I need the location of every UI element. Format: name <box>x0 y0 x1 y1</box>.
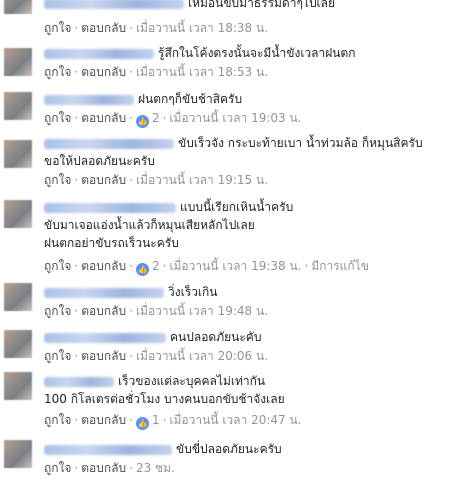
separator: · <box>74 65 79 79</box>
commenter-name[interactable] <box>44 287 164 298</box>
separator: · <box>129 349 133 363</box>
reply-button[interactable]: ตอบกลับ <box>81 21 126 35</box>
comment-text: ฝนตกๆก็ขับช้าสิครับ <box>138 92 243 106</box>
comment-text: ขอให้ปลอดภัยนะครับ <box>44 154 155 168</box>
avatar[interactable] <box>4 0 32 14</box>
separator: · <box>304 259 309 273</box>
reply-button[interactable]: ตอบกลับ <box>81 461 126 475</box>
separator: · <box>74 173 79 187</box>
commenter-name[interactable] <box>44 376 114 387</box>
separator: · <box>74 111 79 125</box>
separator: · <box>74 304 79 318</box>
comment-actions: ถูกใจ · ตอบกลับ · เมื่อวานนี้ เวลา 18:38 น. <box>44 20 268 36</box>
timestamp[interactable]: เมื่อวานนี้ เวลา 19:38 น. <box>169 259 301 273</box>
comment-text: ขับขี่ปลอดภัยนะครับ <box>176 442 282 456</box>
comment-text: ขับมาเจอแอ่งน้ำแล้วก็หมุนเสียหลักไปเลย <box>44 218 255 232</box>
commenter-name[interactable] <box>44 94 134 105</box>
avatar[interactable] <box>4 440 32 468</box>
like-count[interactable]: 2 <box>152 259 160 273</box>
comment-text: เหมือนขับมาธรรมดาๆไปเลย <box>188 0 336 10</box>
like-count[interactable]: 2 <box>152 111 160 125</box>
comment-actions: ถูกใจ · ตอบกลับ · เมื่อวานนี้ เวลา 19:15 น. <box>44 172 268 188</box>
separator: · <box>74 259 79 273</box>
separator: · <box>74 349 79 363</box>
comment-text: คนปลอดภัยนะคับ <box>170 330 262 344</box>
comment-text: ฝนตกอย่าขับรถเร็วนะครับ <box>44 236 179 250</box>
separator: · <box>74 461 79 475</box>
edited-label[interactable]: มีการแก้ไข <box>311 259 369 273</box>
separator: · <box>129 65 133 79</box>
separator: · <box>129 413 133 427</box>
comment-actions: ถูกใจ · ตอบกลับ · เมื่อวานนี้ เวลา 18:53 น. <box>44 64 268 80</box>
comment-text: ขับเร็วจัง กระบะท้ายเบา น้ำท่วมล้อ ก็หมุ… <box>178 136 423 150</box>
timestamp[interactable]: เมื่อวานนี้ เวลา 18:38 น. <box>136 21 268 35</box>
comment-actions: ถูกใจ · ตอบกลับ · 👍 2 · เมื่อวานนี้ เวลา 19:03 … <box>44 110 301 128</box>
comment-text: เร็วของแต่ละบุคคลไม่เท่ากัน <box>118 374 266 388</box>
like-button[interactable]: ถูกใจ <box>44 413 71 427</box>
like-button[interactable]: ถูกใจ <box>44 111 71 125</box>
comment-text: แบบนี้เรียกเหินน้ำครับ <box>180 200 294 214</box>
separator: · <box>129 111 133 125</box>
thumbs-up-icon[interactable]: 👍 <box>135 417 149 430</box>
comment-actions: ถูกใจ · ตอบกลับ · 👍 1 · เมื่อวานนี้ เวลา 20:47 … <box>44 412 301 430</box>
like-count[interactable]: 1 <box>152 413 160 427</box>
commenter-name[interactable] <box>44 138 174 149</box>
comment-actions: ถูกใจ · ตอบกลับ · เมื่อวานนี้ เวลา 19:48 น. <box>44 303 268 319</box>
separator: · <box>74 21 79 35</box>
thumbs-up-icon[interactable]: 👍 <box>135 263 149 276</box>
separator: · <box>162 413 167 427</box>
like-button[interactable]: ถูกใจ <box>44 259 71 273</box>
avatar[interactable] <box>4 140 32 168</box>
commenter-name[interactable] <box>44 332 166 343</box>
timestamp[interactable]: 23 ชม. <box>136 461 175 475</box>
comment-actions: ถูกใจ · ตอบกลับ · เมื่อวานนี้ เวลา 20:06 น. <box>44 348 268 364</box>
reply-button[interactable]: ตอบกลับ <box>81 304 126 318</box>
separator: · <box>162 111 167 125</box>
separator: · <box>129 21 133 35</box>
comment-actions: ถูกใจ · ตอบกลับ · 23 ชม. <box>44 460 175 476</box>
timestamp[interactable]: เมื่อวานนี้ เวลา 18:53 น. <box>136 65 268 79</box>
reply-button[interactable]: ตอบกลับ <box>81 413 126 427</box>
like-button[interactable]: ถูกใจ <box>44 461 71 475</box>
commenter-name[interactable] <box>44 0 184 9</box>
comment-text: วิ่งเร็วเกิน <box>168 285 218 299</box>
comment-text: รู้สึกในโค้งตรงนั้นจะมีน้ำขังเวลาฝนตก <box>158 46 356 60</box>
timestamp[interactable]: เมื่อวานนี้ เวลา 19:48 น. <box>136 304 268 318</box>
avatar[interactable] <box>4 330 32 358</box>
timestamp[interactable]: เมื่อวานนี้ เวลา 20:06 น. <box>136 349 268 363</box>
avatar[interactable] <box>4 372 32 400</box>
separator: · <box>129 259 133 273</box>
separator: · <box>129 304 133 318</box>
timestamp[interactable]: เมื่อวานนี้ เวลา 19:15 น. <box>136 173 268 187</box>
avatar[interactable] <box>4 48 32 76</box>
separator: · <box>74 413 79 427</box>
reply-button[interactable]: ตอบกลับ <box>81 349 126 363</box>
timestamp[interactable]: เมื่อวานนี้ เวลา 19:03 น. <box>169 111 301 125</box>
comment-text: 100 กิโลเตรต่อชั่วโมง บางคนบอกขับช้าจังเ… <box>44 392 285 406</box>
reply-button[interactable]: ตอบกลับ <box>81 173 126 187</box>
reply-button[interactable]: ตอบกลับ <box>81 111 126 125</box>
like-button[interactable]: ถูกใจ <box>44 349 71 363</box>
avatar[interactable] <box>4 283 32 311</box>
commenter-name[interactable] <box>44 48 154 59</box>
separator: · <box>129 173 133 187</box>
timestamp[interactable]: เมื่อวานนี้ เวลา 20:47 น. <box>169 413 301 427</box>
reply-button[interactable]: ตอบกลับ <box>81 259 126 273</box>
separator: · <box>162 259 167 273</box>
separator: · <box>129 461 133 475</box>
like-button[interactable]: ถูกใจ <box>44 21 71 35</box>
commenter-name[interactable] <box>44 444 172 455</box>
like-button[interactable]: ถูกใจ <box>44 173 71 187</box>
thumbs-up-icon[interactable]: 👍 <box>135 115 149 128</box>
comment-actions: ถูกใจ · ตอบกลับ · 👍 2 · เมื่อวานนี้ เวลา 19:38 … <box>44 258 369 276</box>
reply-button[interactable]: ตอบกลับ <box>81 65 126 79</box>
like-button[interactable]: ถูกใจ <box>44 65 71 79</box>
avatar[interactable] <box>4 200 32 228</box>
commenter-name[interactable] <box>44 202 176 213</box>
like-button[interactable]: ถูกใจ <box>44 304 71 318</box>
avatar[interactable] <box>4 92 32 120</box>
